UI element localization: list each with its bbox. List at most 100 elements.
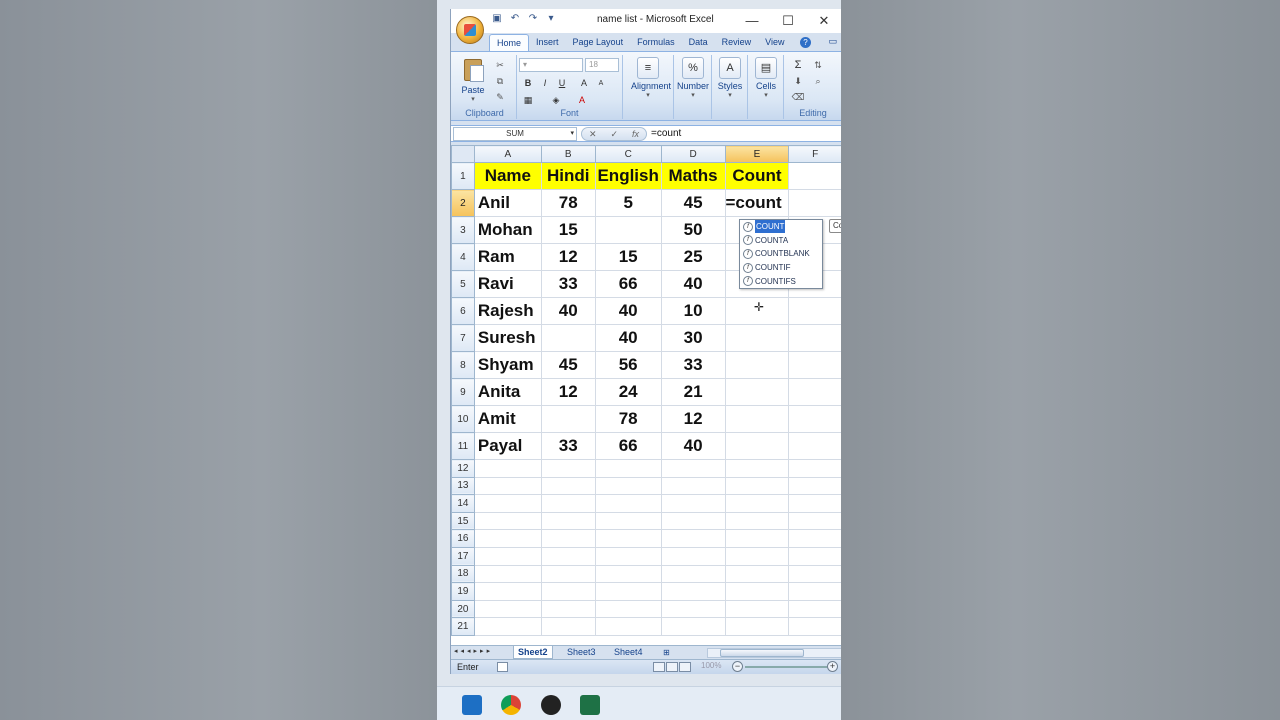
row-header[interactable]: 10 [451,405,475,433]
table-cell[interactable] [594,494,662,513]
table-cell[interactable] [724,459,790,478]
table-cell[interactable] [724,529,790,548]
table-cell[interactable] [788,189,841,217]
name-box-dropdown-icon[interactable]: ▾ [570,128,574,140]
table-cell[interactable]: Ram [473,243,542,271]
table-cell[interactable] [788,529,841,548]
row-header[interactable]: 2 [451,189,475,217]
insert-function-icon[interactable]: fx [632,129,639,139]
format-painter-icon[interactable]: ✎ [493,91,507,103]
table-cell[interactable] [724,546,790,566]
table-cell[interactable] [473,582,542,601]
undo-icon[interactable]: ↶ [509,13,521,25]
tab-view[interactable]: View [758,34,791,51]
row-header[interactable]: 17 [451,546,475,566]
sort-filter-icon[interactable]: ⇅ [811,59,825,71]
table-cell[interactable] [660,564,726,584]
table-cell[interactable] [724,582,790,601]
table-cell[interactable]: 24 [594,378,662,406]
table-cell[interactable] [594,582,662,601]
column-header-b[interactable]: B [540,145,596,163]
table-cell[interactable] [788,582,841,601]
autocomplete-item-countifs[interactable]: f COUNTIFS [740,274,822,288]
table-cell[interactable] [473,459,542,478]
table-cell[interactable]: 33 [660,351,726,379]
page-layout-view-icon[interactable] [666,662,678,672]
copy-icon[interactable]: ⧉ [493,75,507,87]
insert-sheet-icon[interactable]: ⊞ [659,646,674,659]
table-cell[interactable] [540,324,596,352]
table-cell[interactable] [660,529,726,548]
table-cell[interactable] [473,564,542,584]
page-break-view-icon[interactable] [679,662,691,672]
row-header[interactable]: 12 [451,459,475,478]
column-header-e[interactable]: E [724,145,790,163]
table-cell[interactable]: 40 [594,324,662,352]
table-cell[interactable] [788,617,841,636]
row-header[interactable]: 9 [451,378,475,406]
redo-icon[interactable]: ↷ [527,13,539,25]
table-cell[interactable] [788,599,841,619]
table-cell[interactable] [788,564,841,584]
table-cell[interactable] [788,162,841,190]
table-cell[interactable]: 33 [540,270,596,298]
normal-view-icon[interactable] [653,662,665,672]
cell-header-name[interactable]: Name [473,162,542,190]
row-header[interactable]: 8 [451,351,475,379]
clear-icon[interactable]: ⌫ [791,91,805,103]
table-cell[interactable] [594,459,662,478]
scroll-thumb[interactable] [720,649,804,657]
table-cell[interactable]: Ravi [473,270,542,298]
table-cell[interactable]: Rajesh [473,297,542,325]
table-cell[interactable] [473,494,542,513]
table-cell[interactable] [473,476,542,496]
table-cell[interactable] [540,494,596,513]
table-cell[interactable]: 40 [660,432,726,460]
table-cell[interactable] [540,546,596,566]
table-cell[interactable]: 45 [660,189,726,217]
row-header[interactable]: 19 [451,582,475,601]
table-cell[interactable] [594,617,662,636]
table-cell[interactable] [594,529,662,548]
row-header[interactable]: 7 [451,324,475,352]
select-all-corner[interactable] [451,145,475,163]
number-button[interactable]: % Number ▾ [676,57,710,99]
grow-font-icon[interactable]: A [577,76,591,89]
row-header[interactable]: 15 [451,511,475,531]
active-cell[interactable]: =count [724,189,790,217]
qat-customize-icon[interactable]: ▾ [545,13,557,25]
row-header[interactable]: 16 [451,529,475,548]
fill-icon[interactable]: ⬇ [791,75,805,87]
office-button[interactable] [456,16,484,44]
zoom-level[interactable]: 100% [701,661,721,670]
table-cell[interactable] [473,617,542,636]
table-cell[interactable]: 40 [594,297,662,325]
table-cell[interactable] [473,599,542,619]
table-cell[interactable] [724,324,790,352]
table-cell[interactable]: 78 [594,405,662,433]
autocomplete-item-count[interactable]: f COUNT [740,220,822,234]
table-cell[interactable]: 15 [540,216,596,244]
table-cell[interactable]: 12 [540,243,596,271]
table-cell[interactable] [788,351,841,379]
table-cell[interactable] [788,494,841,513]
table-cell[interactable] [660,599,726,619]
table-cell[interactable]: 12 [660,405,726,433]
paste-button[interactable]: Paste ▾ [456,57,490,103]
table-cell[interactable]: Anil [473,189,542,217]
table-cell[interactable]: 40 [660,270,726,298]
cell-header-english[interactable]: English [594,162,662,190]
table-cell[interactable] [540,405,596,433]
chrome-icon[interactable] [501,695,521,715]
row-header[interactable]: 21 [451,617,475,636]
table-cell[interactable]: Mohan [473,216,542,244]
table-cell[interactable]: 56 [594,351,662,379]
app-icon[interactable] [541,695,561,715]
table-cell[interactable] [660,511,726,531]
column-header-c[interactable]: C [594,145,662,163]
table-cell[interactable]: Shyam [473,351,542,379]
table-cell[interactable]: 30 [660,324,726,352]
tab-review[interactable]: Review [715,34,759,51]
table-cell[interactable] [473,511,542,531]
table-cell[interactable]: Amit [473,405,542,433]
